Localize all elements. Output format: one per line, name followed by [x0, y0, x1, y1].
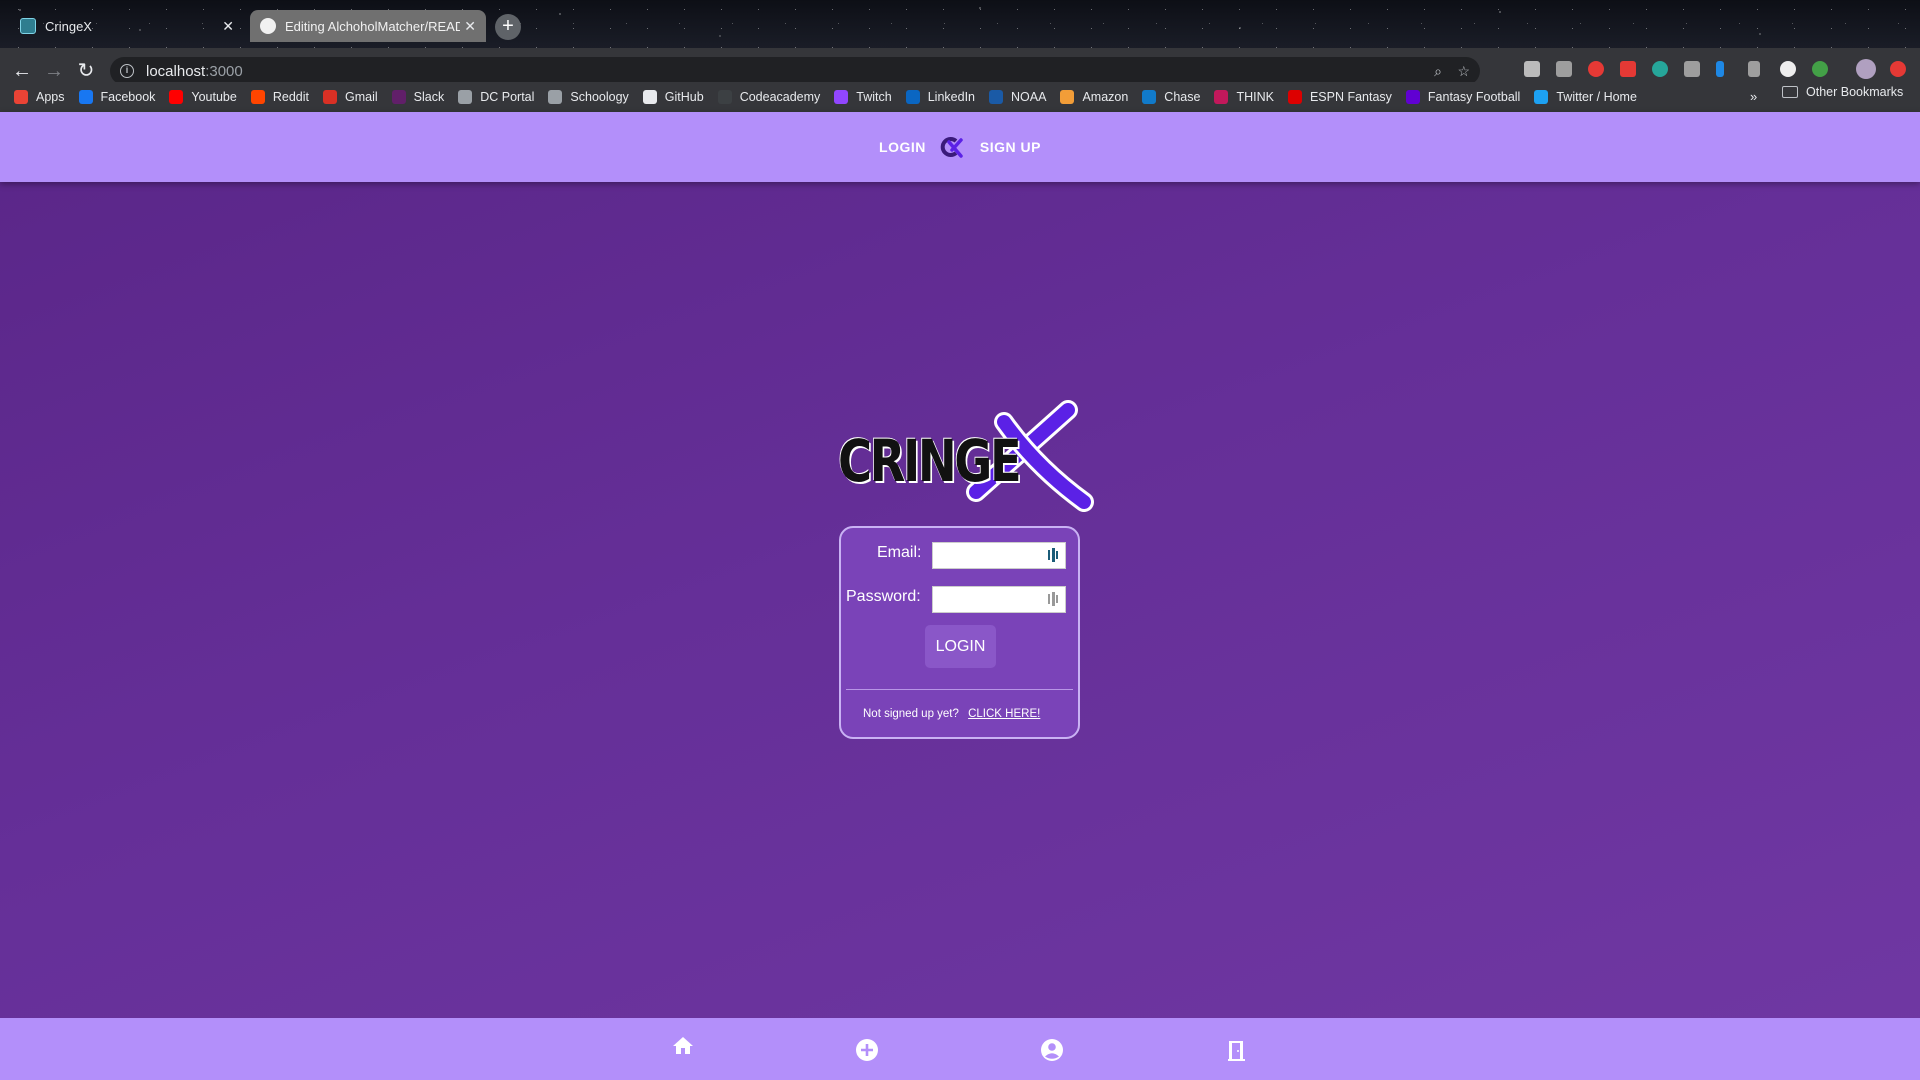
logo-wordmark: CRINGE	[838, 427, 1022, 495]
tab-title: Editing AlchoholMatcher/READ	[285, 18, 460, 34]
back-arrow-icon[interactable]: ←	[10, 59, 34, 83]
noaa-icon	[989, 90, 1003, 104]
nav-login-link[interactable]: LOGIN	[879, 139, 926, 155]
account-circle-icon[interactable]	[1040, 1038, 1064, 1062]
bookmark-codeacademy[interactable]: Codeacademy	[717, 90, 820, 104]
bookmark-facebook[interactable]: Facebook	[78, 90, 155, 104]
cringex-logo: CRINGE	[836, 392, 1096, 517]
slack-icon	[391, 90, 406, 104]
extension-icon[interactable]	[1748, 61, 1760, 77]
lastpass-icon[interactable]	[1048, 592, 1058, 606]
extension-icon[interactable]	[1684, 61, 1700, 77]
email-label: Email:	[877, 544, 922, 561]
address-url: localhost:3000	[146, 62, 243, 80]
other-bookmarks-folder[interactable]: Other Bookmarks	[1782, 85, 1903, 99]
extension-icon[interactable]	[1524, 61, 1540, 77]
password-input[interactable]	[932, 586, 1066, 613]
signup-link[interactable]: CLICK HERE!	[968, 708, 1040, 720]
twitch-icon	[834, 90, 849, 104]
new-tab-button[interactable]: +	[495, 14, 521, 40]
zoom-icon[interactable]: ⌕	[1434, 63, 1442, 80]
top-nav: LOGIN SIGN UP	[0, 112, 1920, 182]
tab-cringex[interactable]: CringeX ✕	[10, 10, 244, 42]
facebook-icon	[78, 90, 93, 104]
bookmark-schoology[interactable]: Schoology	[548, 90, 629, 104]
bookmark-github[interactable]: GitHub	[642, 90, 704, 104]
password-label: Password:	[846, 588, 921, 605]
reddit-icon	[250, 90, 265, 104]
espn-icon	[1287, 90, 1302, 104]
bookmark-linkedin[interactable]: LinkedIn	[905, 90, 975, 104]
bookmark-gmail[interactable]: Gmail	[322, 90, 378, 104]
bookmark-slack[interactable]: Slack	[391, 90, 444, 104]
tab-github-editing[interactable]: Editing AlchoholMatcher/READ ✕	[250, 10, 486, 42]
globe-icon	[458, 90, 473, 104]
bookmark-twitter-home[interactable]: Twitter / Home	[1534, 90, 1637, 104]
app-page: LOGIN SIGN UP CRINGE Email: Password: LO…	[0, 112, 1920, 1080]
add-circle-icon[interactable]	[855, 1038, 879, 1062]
bookmark-noaa[interactable]: NOAA	[989, 90, 1046, 104]
profile-avatar[interactable]	[1856, 59, 1876, 79]
bookmark-star-icon[interactable]: ☆	[1457, 63, 1470, 80]
extension-icon[interactable]	[1556, 61, 1572, 77]
bottom-nav	[0, 1018, 1920, 1080]
schoology-icon	[548, 90, 563, 104]
codeacademy-icon	[717, 90, 732, 104]
apps-grid-icon	[14, 90, 28, 104]
extension-icon[interactable]	[1588, 61, 1604, 77]
bookmark-fantasy-football[interactable]: Fantasy Football	[1405, 90, 1520, 104]
browser-tabstrip: CringeX ✕ Editing AlchoholMatcher/READ ✕…	[0, 0, 1920, 48]
github-favicon-icon	[260, 18, 276, 34]
tab-close-icon[interactable]: ✕	[464, 18, 476, 35]
extension-icon[interactable]	[1812, 61, 1828, 77]
tab-close-icon[interactable]: ✕	[222, 18, 234, 35]
email-input[interactable]	[932, 542, 1066, 569]
gmail-icon	[322, 90, 337, 104]
site-info-icon[interactable]: i	[120, 64, 134, 78]
home-icon[interactable]	[671, 1034, 695, 1058]
tab-title: CringeX	[45, 18, 92, 34]
bookmarks-overflow-icon[interactable]: »	[1750, 89, 1757, 104]
login-form: Email: Password: LOGIN Not signed up yet…	[839, 526, 1080, 739]
exit-door-icon[interactable]	[1225, 1038, 1249, 1062]
extension-icon[interactable]	[1620, 61, 1636, 77]
divider	[846, 689, 1073, 690]
lastpass-icon[interactable]	[1048, 548, 1058, 562]
bookmark-think[interactable]: THINK	[1214, 90, 1274, 104]
reload-icon[interactable]: ↻	[74, 59, 98, 83]
bookmark-chase[interactable]: Chase	[1142, 90, 1200, 104]
extension-icon[interactable]	[1780, 61, 1796, 77]
chase-icon	[1142, 90, 1157, 104]
nav-signup-link[interactable]: SIGN UP	[980, 139, 1041, 155]
bookmark-apps[interactable]: Apps	[14, 90, 65, 104]
update-icon[interactable]	[1890, 61, 1906, 77]
bookmark-dc-portal[interactable]: DC Portal	[458, 90, 534, 104]
github-icon	[642, 90, 657, 104]
twitter-icon	[1534, 90, 1549, 104]
bookmark-amazon[interactable]: Amazon	[1060, 90, 1128, 104]
react-favicon-icon	[20, 18, 36, 34]
extension-icon[interactable]	[1716, 61, 1724, 77]
bookmark-reddit[interactable]: Reddit	[250, 90, 309, 104]
forward-arrow-icon[interactable]: →	[42, 59, 66, 83]
think-icon	[1214, 90, 1229, 104]
bookmark-twitch[interactable]: Twitch	[834, 90, 892, 104]
bookmarks-bar: Apps Facebook Youtube Reddit Gmail Slack DC Po…	[0, 82, 1920, 112]
signup-prompt: Not signed up yet? CLICK HERE!	[863, 708, 1041, 720]
youtube-icon	[169, 90, 184, 104]
login-button[interactable]: LOGIN	[925, 625, 996, 668]
yahoo-icon	[1405, 90, 1420, 104]
amazon-icon	[1060, 90, 1075, 104]
address-bar[interactable]: i localhost:3000 ⌕ ☆	[110, 57, 1480, 85]
bookmark-youtube[interactable]: Youtube	[169, 90, 237, 104]
linkedin-icon	[905, 90, 920, 104]
cringex-logo-icon[interactable]	[940, 134, 966, 160]
extension-icon[interactable]	[1652, 61, 1668, 77]
bookmark-espn-fantasy[interactable]: ESPN Fantasy	[1287, 90, 1392, 104]
folder-icon	[1782, 86, 1798, 98]
